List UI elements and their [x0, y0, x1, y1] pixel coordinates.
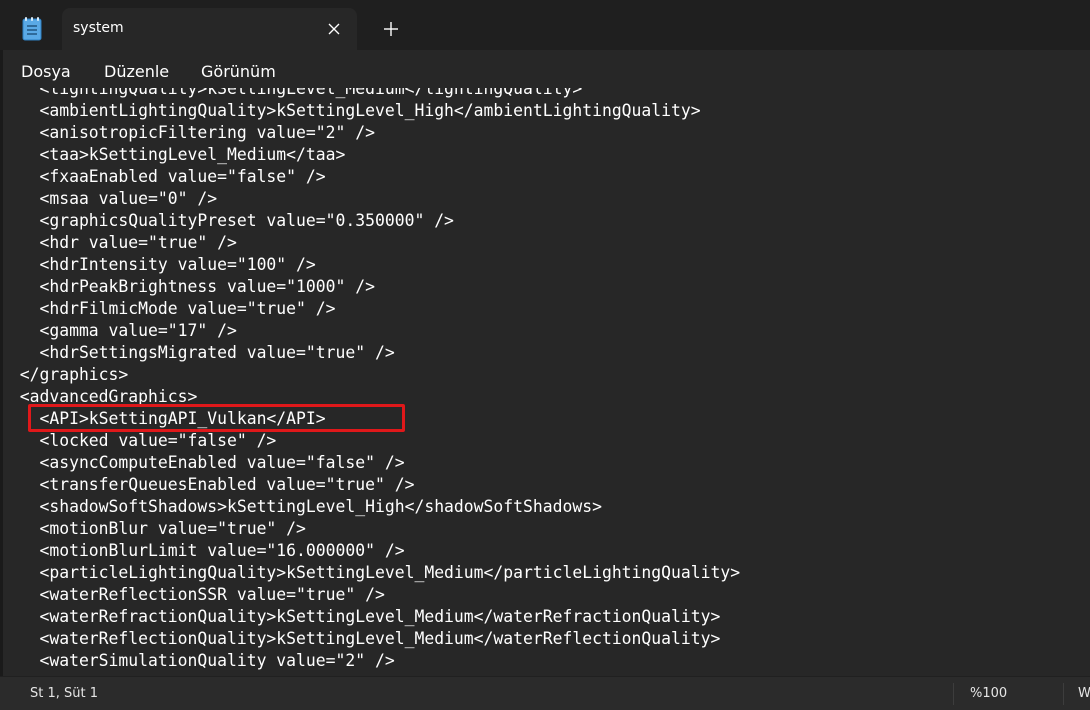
code-line: <fxaaEnabled value="false" /> — [0, 167, 326, 186]
code-line: <hdr value="true" /> — [0, 233, 237, 252]
line-ending-indicator[interactable]: W — [1078, 686, 1090, 701]
code-line: <waterRefractionQuality>kSettingLevel_Me… — [0, 607, 721, 626]
code-line: <hdrPeakBrightness value="1000" /> — [0, 277, 375, 296]
menu-dosya[interactable]: Dosya — [21, 62, 71, 81]
code-line: <graphicsQualityPreset value="0.350000" … — [0, 211, 454, 230]
code-line: <msaa value="0" /> — [0, 189, 218, 208]
menu-bar: Dosya Düzenle Görünüm — [0, 50, 1090, 88]
code-lines: <lightingQuality>kSettingLevel_Medium</l… — [0, 88, 1090, 672]
tab-strip: system — [0, 0, 1090, 50]
code-line: <shadowSoftShadows>kSettingLevel_High</s… — [0, 497, 602, 516]
code-line: <anisotropicFiltering value="2" /> — [0, 123, 375, 142]
plus-icon[interactable] — [380, 18, 402, 40]
status-divider — [1063, 683, 1064, 705]
code-line: </graphics> — [0, 365, 129, 384]
zoom-level[interactable]: %100 — [970, 686, 1007, 701]
highlight-annotation — [28, 404, 405, 432]
code-line: <taa>kSettingLevel_Medium</taa> — [0, 145, 346, 164]
cursor-position: St 1, Süt 1 — [30, 686, 99, 701]
menu-duzenle[interactable]: Düzenle — [104, 62, 169, 81]
code-line: <locked value="false" /> — [0, 431, 277, 450]
status-bar: St 1, Süt 1 %100 W — [0, 676, 1090, 710]
code-line: <hdrSettingsMigrated value="true" /> — [0, 343, 395, 362]
code-line: <transferQueuesEnabled value="true" /> — [0, 475, 415, 494]
menu-gorunum[interactable]: Görünüm — [201, 62, 276, 81]
code-line: <gamma value="17" /> — [0, 321, 237, 340]
close-icon[interactable] — [324, 19, 344, 39]
code-line: <hdrIntensity value="100" /> — [0, 255, 316, 274]
code-line: <lightingQuality>kSettingLevel_Medium</l… — [0, 88, 583, 98]
code-line: <particleLightingQuality>kSettingLevel_M… — [0, 563, 741, 582]
code-line: <waterReflectionQuality>kSettingLevel_Me… — [0, 629, 721, 648]
window-edge — [0, 50, 3, 676]
tab-title: system — [73, 20, 124, 36]
code-line: <ambientLightingQuality>kSettingLevel_Hi… — [0, 101, 701, 120]
code-line: <hdrFilmicMode value="true" /> — [0, 299, 336, 318]
code-line: <motionBlur value="true" /> — [0, 519, 306, 538]
notepad-window: system Dosya Düzenle Görünüm <lightingQu… — [0, 0, 1090, 710]
code-line: <waterReflectionSSR value="true" /> — [0, 585, 385, 604]
tab-system[interactable]: system — [62, 8, 357, 50]
notepad-icon — [22, 17, 42, 41]
code-line: <waterSimulationQuality value="2" /> — [0, 651, 395, 670]
status-divider — [953, 683, 954, 705]
code-line: <motionBlurLimit value="16.000000" /> — [0, 541, 405, 560]
text-editor[interactable]: <lightingQuality>kSettingLevel_Medium</l… — [0, 88, 1090, 676]
code-line: <asyncComputeEnabled value="false" /> — [0, 453, 405, 472]
